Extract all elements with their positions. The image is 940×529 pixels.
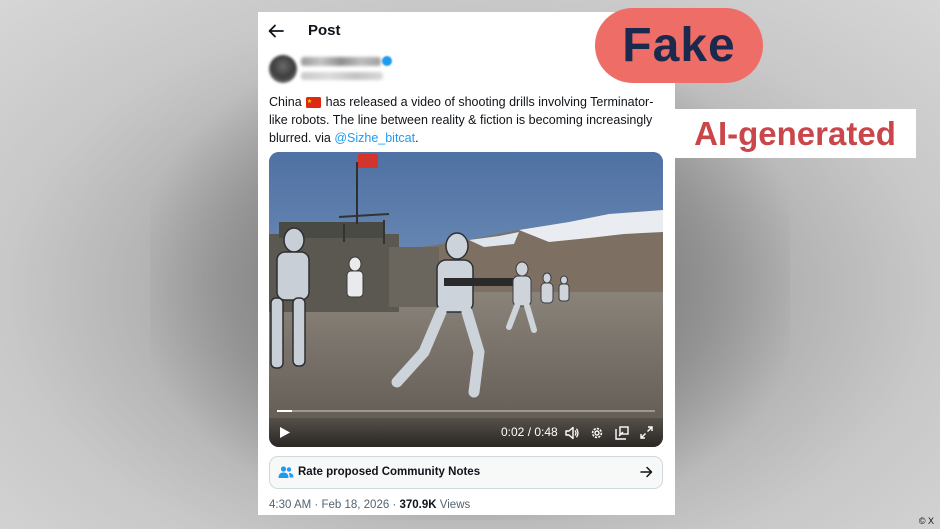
views-count: 370.9K [399, 499, 437, 511]
tweet-text: China has released a video of shooting d… [269, 93, 669, 147]
video-player[interactable]: 0:02 / 0:48 [269, 152, 663, 447]
video-frame [269, 152, 663, 447]
views-label: Views [439, 499, 471, 511]
arrow-right-icon [640, 466, 653, 478]
meta-separator: · [392, 499, 397, 511]
meta-separator: · [314, 499, 319, 511]
mention-link[interactable]: @Sizhe_bitcat [334, 131, 415, 145]
ai-generated-label: AI-generated [674, 109, 916, 158]
picture-in-picture-icon[interactable] [615, 426, 629, 440]
avatar[interactable] [269, 55, 297, 83]
video-progress-bar[interactable] [277, 410, 655, 412]
community-notes-icon [278, 466, 294, 478]
fake-label: Fake [622, 19, 736, 72]
video-time: 0:02 / 0:48 [501, 425, 558, 439]
post-time[interactable]: 4:30 AM [269, 499, 311, 511]
play-icon[interactable] [279, 426, 291, 439]
video-progress-fill [277, 410, 293, 412]
tweet-card: Post China has released a video of shoot… [258, 12, 675, 515]
post-date[interactable]: Feb 18, 2026 [321, 499, 389, 511]
video-controls: 0:02 / 0:48 [269, 418, 663, 447]
tweet-text-end: . [415, 131, 419, 145]
tweet-text-body: has released a video of shooting drills … [269, 95, 654, 145]
community-notes-button[interactable]: Rate proposed Community Notes [269, 456, 663, 489]
china-flag-icon [306, 97, 322, 108]
verified-badge-icon [382, 56, 392, 66]
display-name-blurred[interactable] [301, 57, 381, 66]
settings-gear-icon[interactable] [590, 426, 604, 440]
fullscreen-icon[interactable] [640, 426, 653, 439]
image-credit: © X [918, 516, 934, 526]
post-metadata: 4:30 AM · Feb 18, 2026 · 370.9K Views [269, 499, 470, 511]
fake-badge: Fake [595, 8, 763, 83]
volume-icon[interactable] [565, 426, 579, 440]
tweet-text-start: China [269, 95, 302, 109]
back-arrow-icon[interactable] [268, 24, 284, 38]
community-notes-label: Rate proposed Community Notes [298, 466, 481, 478]
ai-generated-text: AI-generated [694, 115, 896, 152]
page-title: Post [308, 22, 341, 39]
handle-blurred [301, 72, 383, 80]
